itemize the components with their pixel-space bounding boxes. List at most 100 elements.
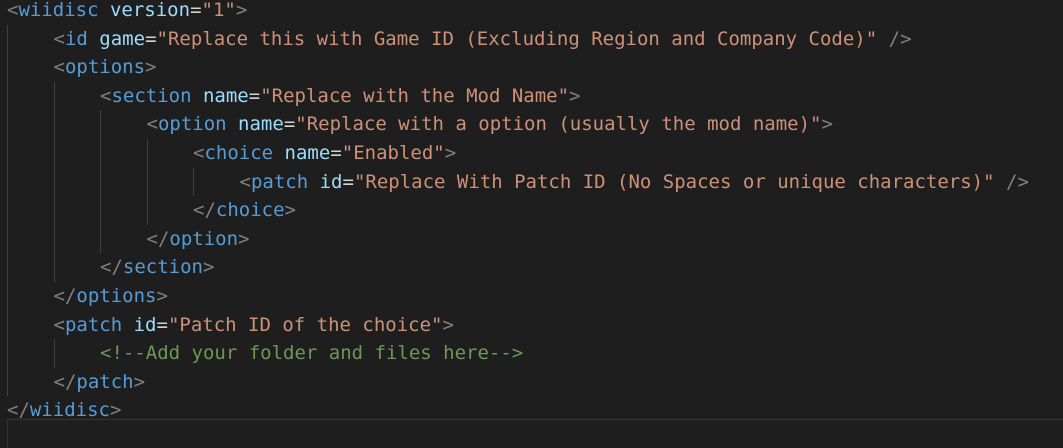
- indent-guide: [53, 110, 55, 139]
- indent-guide: [53, 339, 55, 368]
- indent-guide: [7, 81, 8, 111]
- operator: =: [330, 141, 342, 164]
- line-content: <!--Add your folder and files here-->: [100, 339, 523, 368]
- line-content: </choice>: [193, 196, 296, 225]
- punctuation: />: [1006, 170, 1029, 193]
- indent-guide: [100, 196, 101, 225]
- current-line-highlight[interactable]: [7, 419, 1063, 448]
- line-content: </option>: [147, 225, 250, 254]
- tag-name: section: [111, 84, 192, 107]
- operator: [273, 142, 284, 164]
- operator: =: [342, 170, 354, 193]
- attribute-name: id: [133, 313, 157, 336]
- punctuation: >: [156, 284, 168, 307]
- attribute-value: "1": [201, 0, 236, 21]
- indent-guide: [146, 196, 148, 225]
- attribute-value: "Patch ID of the choice": [167, 313, 443, 336]
- indent-guide: [146, 167, 148, 197]
- punctuation: >: [442, 313, 454, 336]
- line-content: <patch id="Replace With Patch ID (No Spa…: [240, 168, 1029, 197]
- tag-name: choice: [215, 199, 285, 222]
- indent-guide: [146, 138, 148, 168]
- attribute-value: "Replace with the Mod Name": [260, 84, 570, 107]
- punctuation: </: [53, 370, 77, 393]
- tag-name: choice: [204, 141, 274, 164]
- indent-guide: [7, 367, 8, 397]
- operator: [308, 171, 319, 193]
- operator: [995, 171, 1006, 193]
- operator: [122, 314, 133, 336]
- indent-guide: [193, 167, 194, 197]
- line-content: <option name="Replace with a option (usu…: [147, 110, 833, 139]
- punctuation: <: [53, 27, 65, 50]
- line-content: <id game="Replace this with Game ID (Exc…: [54, 25, 912, 54]
- operator: =: [145, 27, 157, 50]
- punctuation: <: [53, 313, 65, 336]
- tag-name: option: [169, 227, 239, 250]
- attribute-value: "Replace with a option (usually the mod …: [295, 113, 822, 136]
- indent-guide: [53, 196, 55, 225]
- operator: =: [190, 0, 202, 21]
- tag-name: id: [64, 27, 88, 50]
- attribute-name: name: [284, 141, 331, 164]
- indent-guide: [53, 167, 55, 197]
- punctuation: </: [100, 256, 123, 279]
- punctuation: >: [202, 256, 215, 279]
- operator: [227, 113, 238, 135]
- tag-name: options: [76, 284, 157, 307]
- operator: =: [283, 113, 296, 136]
- line-content: <choice name="Enabled">: [193, 139, 456, 168]
- punctuation: </: [193, 199, 216, 222]
- indent-guide: [7, 224, 8, 254]
- attribute-name: name: [238, 113, 284, 136]
- indent-guide: [7, 253, 8, 282]
- punctuation: <: [146, 113, 158, 136]
- tag-name: section: [122, 256, 203, 279]
- attribute-value: "Replace this with Game ID (Excluding Re…: [156, 27, 878, 50]
- attribute-value: "Enabled": [341, 141, 445, 164]
- punctuation: >: [444, 141, 457, 164]
- tag-name: option: [157, 113, 227, 136]
- line-content: <section name="Replace with the Mod Name…: [100, 82, 581, 111]
- attribute-value: "Replace With Patch ID (No Spaces or uni…: [353, 170, 995, 193]
- attribute-name: game: [99, 27, 146, 50]
- attribute-name: version: [109, 0, 191, 21]
- code-editor[interactable]: <wiidisc version="1"> <id game="Replace t…: [0, 0, 1063, 448]
- indent-guide: [7, 167, 8, 197]
- punctuation: </: [53, 284, 77, 307]
- comment: <!--Add your folder and files here-->: [100, 342, 524, 365]
- line-content: <wiidisc version="1">: [7, 0, 247, 25]
- tag-name: patch: [76, 370, 134, 393]
- line-content: <options>: [54, 53, 157, 82]
- punctuation: <: [100, 84, 112, 107]
- operator: [88, 28, 99, 50]
- punctuation: >: [569, 84, 581, 107]
- indent-guide: [100, 224, 101, 254]
- indent-guide: [7, 310, 8, 340]
- indent-guide: [7, 24, 8, 54]
- attribute-name: id: [319, 170, 343, 193]
- punctuation: </: [146, 227, 170, 250]
- operator: [877, 28, 888, 50]
- punctuation: />: [888, 27, 912, 50]
- punctuation: <: [239, 170, 251, 193]
- operator: [99, 0, 110, 21]
- punctuation: <: [53, 56, 65, 79]
- line-content: </patch>: [54, 368, 146, 397]
- indent-guide: [100, 110, 101, 139]
- tag-name: wiidisc: [18, 0, 99, 21]
- line-content: <patch id="Patch ID of the choice">: [54, 311, 454, 340]
- indent-guide: [7, 53, 8, 82]
- punctuation: >: [284, 199, 296, 222]
- tag-name: patch: [250, 170, 309, 193]
- indent-guide: [7, 138, 8, 168]
- punctuation: >: [109, 399, 122, 422]
- indent-guide: [100, 138, 101, 168]
- punctuation: >: [145, 56, 157, 79]
- tag-name: patch: [64, 313, 123, 336]
- punctuation: <: [193, 141, 205, 164]
- tag-name: wiidisc: [29, 399, 110, 422]
- operator: =: [248, 84, 261, 107]
- punctuation: >: [133, 370, 146, 393]
- operator: [192, 85, 203, 107]
